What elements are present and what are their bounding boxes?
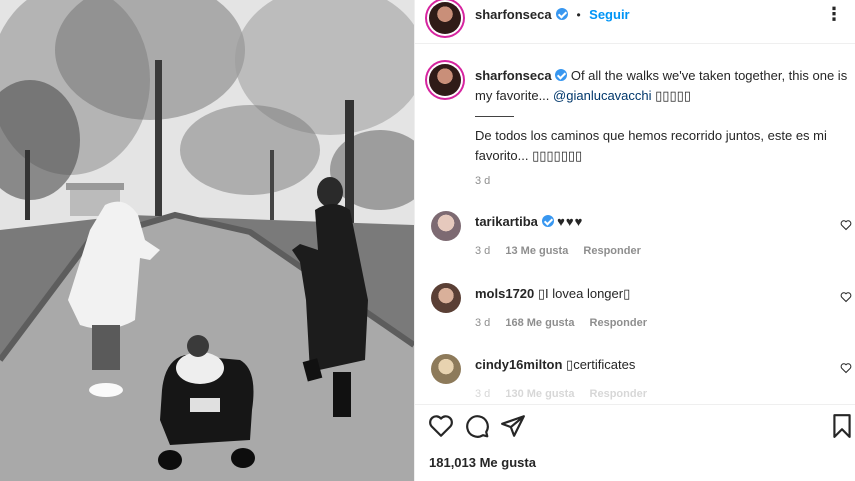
comment-likes[interactable]: 13 Me gusta <box>505 245 568 257</box>
instagram-post-view: sharfonseca • Seguir ⋮ sharfonseca Of al… <box>0 0 855 481</box>
comment-text: tarikartiba ♥♥♥ <box>475 214 583 229</box>
comment-text: cindy16milton ▯certificates <box>475 357 635 373</box>
comment-likes[interactable]: 168 Me gusta <box>505 317 574 329</box>
caption-text: sharfonseca Of all the walks we've taken… <box>475 66 855 166</box>
post-photo-illustration <box>0 0 414 481</box>
comment-body: ▯certificates <box>566 357 636 372</box>
heart-icon[interactable] <box>840 362 852 374</box>
caption-mention[interactable]: @gianlucavacchi <box>553 88 651 103</box>
comment-time: 3 d <box>475 245 491 257</box>
comment-likes[interactable]: 130 Me gusta <box>505 388 574 400</box>
post-photo[interactable] <box>0 0 414 481</box>
comment-text: mols1720 ▯I lovea longer▯ <box>475 286 630 302</box>
action-bar <box>415 404 855 448</box>
author-avatar[interactable] <box>429 2 461 34</box>
verified-icon <box>555 69 568 81</box>
comment-body: ♥♥♥ <box>557 214 584 229</box>
author-line: sharfonseca • Seguir <box>475 6 630 24</box>
heart-icon[interactable] <box>840 219 852 231</box>
verified-icon <box>556 8 569 20</box>
caption-time[interactable]: 3 d <box>475 175 490 187</box>
post-header: sharfonseca • Seguir ⋮ <box>415 0 855 44</box>
comment-avatar[interactable] <box>431 354 461 384</box>
reply-button[interactable]: Responder <box>583 245 640 257</box>
heart-icon[interactable] <box>840 291 852 303</box>
comment-icon[interactable] <box>464 413 490 439</box>
author-username[interactable]: sharfonseca <box>475 7 552 22</box>
post-details-panel: sharfonseca • Seguir ⋮ sharfonseca Of al… <box>414 0 855 481</box>
comment-avatar[interactable] <box>431 283 461 313</box>
comment-avatar[interactable] <box>431 211 461 241</box>
comment-time: 3 d <box>475 317 491 329</box>
follow-button[interactable]: Seguir <box>589 7 629 22</box>
bookmark-icon[interactable] <box>829 413 855 439</box>
caption-spanish: De todos los caminos que hemos recorrido… <box>475 128 827 163</box>
likes-count[interactable]: 181,013 Me gusta <box>429 455 536 470</box>
caption-divider: ——— <box>475 108 514 123</box>
heart-icon[interactable] <box>428 413 454 439</box>
caption-avatar[interactable] <box>429 64 461 96</box>
reply-button[interactable]: Responder <box>590 388 647 400</box>
comment-body: ▯I lovea longer▯ <box>537 286 631 301</box>
comment-username[interactable]: cindy16milton <box>475 357 562 372</box>
verified-icon <box>541 215 554 227</box>
caption-emojis-2: ▯▯▯▯▯▯▯ <box>532 148 583 163</box>
caption-username[interactable]: sharfonseca <box>475 68 552 83</box>
reply-button[interactable]: Responder <box>590 317 647 329</box>
share-icon[interactable] <box>500 413 526 439</box>
comment-meta: 3 d 168 Me gusta Responder <box>475 317 659 329</box>
comment-item: cindy16milton ▯certificates 3 d 130 Me g… <box>427 354 852 400</box>
comment-item: tarikartiba ♥♥♥ 3 d 13 Me gusta Responde… <box>427 211 852 257</box>
comment-username[interactable]: mols1720 <box>475 286 534 301</box>
comment-item: mols1720 ▯I lovea longer▯ 3 d 168 Me gus… <box>427 283 852 329</box>
separator-dot: • <box>576 8 581 22</box>
comment-meta: 3 d 13 Me gusta Responder <box>475 245 653 257</box>
comment-username[interactable]: tarikartiba <box>475 214 538 229</box>
comment-time: 3 d <box>475 388 491 400</box>
caption-emojis-1: ▯▯▯▯▯ <box>655 88 691 103</box>
comment-meta: 3 d 130 Me gusta Responder <box>475 388 659 400</box>
more-options-icon[interactable]: ⋮ <box>825 4 844 25</box>
